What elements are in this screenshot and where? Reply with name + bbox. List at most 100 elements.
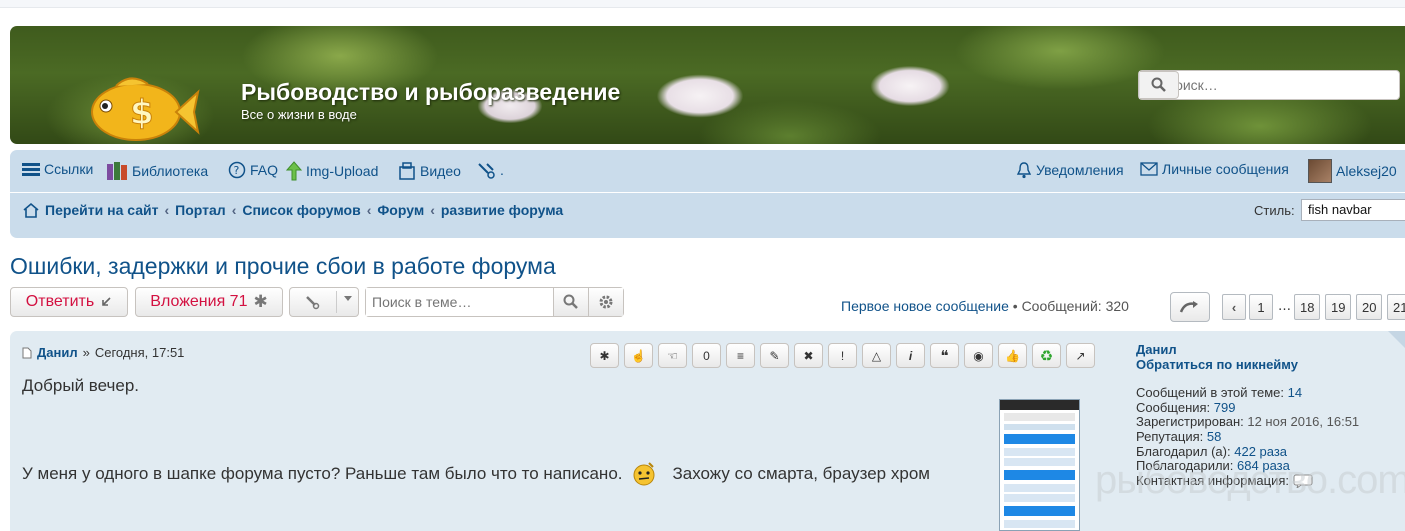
nav-video-label: Видео (420, 163, 461, 179)
posts-value[interactable]: 799 (1214, 400, 1236, 415)
mention-link[interactable]: Обратиться по никнейму (1136, 357, 1359, 373)
nav-notifications-label: Уведомления (1036, 162, 1124, 178)
menu-icon (22, 163, 40, 176)
breadcrumb-site[interactable]: Перейти на сайт (45, 202, 158, 218)
quick-quote-button[interactable]: ☜ (658, 343, 687, 368)
envelope-icon (1140, 162, 1158, 176)
nav-user-menu[interactable]: Aleksej20 (1308, 159, 1397, 183)
nav-tools[interactable]: . (476, 161, 504, 179)
attached-screenshot-thumbnail[interactable] (999, 399, 1080, 531)
topic-posts-label: Сообщений в этой теме: (1136, 385, 1284, 401)
smiley-thinking-icon (633, 462, 654, 486)
breadcrumb-forum-list[interactable]: Список форумов (242, 202, 360, 218)
attachments-button[interactable]: Вложения 71 ✱ (135, 287, 283, 317)
recycle-button[interactable]: ♻ (1032, 343, 1061, 368)
breadcrumb: Перейти на сайт ‹ Портал ‹ Список форумо… (22, 202, 563, 218)
search-icon (563, 294, 578, 309)
reply-button[interactable]: Ответить (10, 287, 128, 317)
asterisk-icon: ✱ (599, 348, 610, 363)
topic-search-button[interactable] (553, 288, 588, 316)
breadcrumb-separator: ‹ (231, 202, 237, 218)
registered-label: Зарегистрирован: (1136, 414, 1244, 430)
page-prev-button[interactable]: ‹ (1222, 294, 1246, 320)
page-link[interactable]: 20 (1356, 294, 1383, 320)
breadcrumb-separator: ‹ (164, 202, 170, 218)
edit-button[interactable]: ✎ (760, 343, 789, 368)
tools-icon (478, 163, 495, 179)
recycle-icon: ♻ (1039, 347, 1054, 365)
upload-arrow-icon (286, 161, 302, 181)
breadcrumb-subforum[interactable]: развитие форума (441, 202, 563, 218)
post-body-line1: Добрый вечер. (22, 376, 140, 395)
page-link[interactable]: 19 (1325, 294, 1352, 320)
topic-search-input[interactable] (366, 288, 553, 316)
nav-links[interactable]: Ссылки (22, 161, 93, 177)
thanked-value[interactable]: 422 раза (1234, 444, 1287, 459)
style-select[interactable]: fish navbar (1301, 199, 1405, 221)
jump-to-page-button[interactable] (1170, 292, 1210, 322)
info-button[interactable]: ≡ (726, 343, 755, 368)
thanked-label: Благодарил (а): (1136, 443, 1231, 459)
topic-search (365, 287, 624, 317)
watermark: рыбоводство.com (1095, 458, 1405, 502)
quote-button[interactable]: ☝ (624, 343, 653, 368)
like-button[interactable]: 👍 (998, 343, 1027, 368)
site-title[interactable]: Рыбоводство и рыборазведение (241, 79, 620, 106)
bookmark-button[interactable]: ✱ (590, 343, 619, 368)
post-icon[interactable] (22, 347, 32, 359)
chevron-down-icon (344, 296, 352, 301)
close-icon: ✖ (803, 348, 814, 363)
reputation-value[interactable]: 58 (1207, 429, 1221, 444)
nav-library[interactable]: Библиотека (106, 161, 208, 181)
info-icon: i (908, 348, 913, 363)
exclamation-icon: ! (840, 348, 845, 363)
nav-private-messages[interactable]: Личные сообщения (1140, 161, 1289, 177)
page-link[interactable]: 18 (1294, 294, 1321, 320)
nav-library-label: Библиотека (132, 163, 209, 179)
warning-triangle-icon: △ (871, 348, 882, 363)
first-unread-link[interactable]: Первое новое сообщение (841, 298, 1009, 314)
nav-img-upload[interactable]: Img-Upload (286, 161, 378, 181)
nav-notifications[interactable]: Уведомления (1016, 161, 1124, 179)
post-author[interactable]: Данил (37, 345, 78, 360)
nav-faq[interactable]: ? FAQ (228, 161, 278, 179)
topic-tools-button[interactable] (289, 287, 359, 317)
faq-icon: ? (228, 161, 246, 179)
advanced-search-button[interactable] (588, 288, 623, 316)
header-search-input[interactable] (1165, 72, 1399, 98)
profile-name[interactable]: Данил (1136, 342, 1177, 357)
warn-button[interactable]: △ (862, 343, 891, 368)
attachments-label: Вложения 71 (150, 293, 248, 310)
likes-count[interactable]: 0 (692, 343, 721, 368)
quote-reply-button[interactable]: ❝ (930, 343, 959, 368)
breadcrumb-forum[interactable]: Форум (377, 202, 424, 218)
view-button[interactable]: ◉ (964, 343, 993, 368)
topic-posts-value[interactable]: 14 (1288, 385, 1302, 400)
svg-text:$: $ (130, 93, 154, 133)
report-button[interactable]: ! (828, 343, 857, 368)
go-to-post-button[interactable]: ↗ (1066, 343, 1095, 368)
topic-title[interactable]: Ошибки, задержки и прочие сбои в работе … (10, 253, 556, 280)
post-info-button[interactable]: i (896, 343, 925, 368)
nav-username: Aleksej20 (1336, 163, 1397, 179)
eye-icon: ◉ (973, 348, 984, 363)
gear-icon (599, 295, 613, 309)
arrow-up-right-icon: ↗ (1075, 348, 1086, 363)
nav-video[interactable]: Видео (398, 161, 461, 181)
breadcrumb-portal[interactable]: Портал (175, 202, 226, 218)
hand-icon: ☜ (667, 348, 678, 363)
page-link[interactable]: 1 (1249, 294, 1273, 320)
page-link[interactable]: 21 (1387, 294, 1405, 320)
post-header: Данил » Сегодня, 17:51 (22, 345, 184, 360)
header-search-button[interactable] (1139, 71, 1179, 99)
pencil-icon: ✎ (769, 348, 780, 363)
jump-arrow-icon (1179, 301, 1198, 313)
wrench-icon (306, 296, 320, 310)
post-body-line2: У меня у одного в шапке форума пусто? Ра… (22, 461, 930, 487)
nav-private-messages-label: Личные сообщения (1162, 161, 1289, 177)
delete-button[interactable]: ✖ (794, 343, 823, 368)
asterisk-icon: ✱ (253, 292, 268, 311)
bullet: • (1012, 298, 1022, 314)
reply-label: Ответить (25, 293, 95, 310)
goldfish-logo[interactable]: $ (72, 70, 200, 144)
